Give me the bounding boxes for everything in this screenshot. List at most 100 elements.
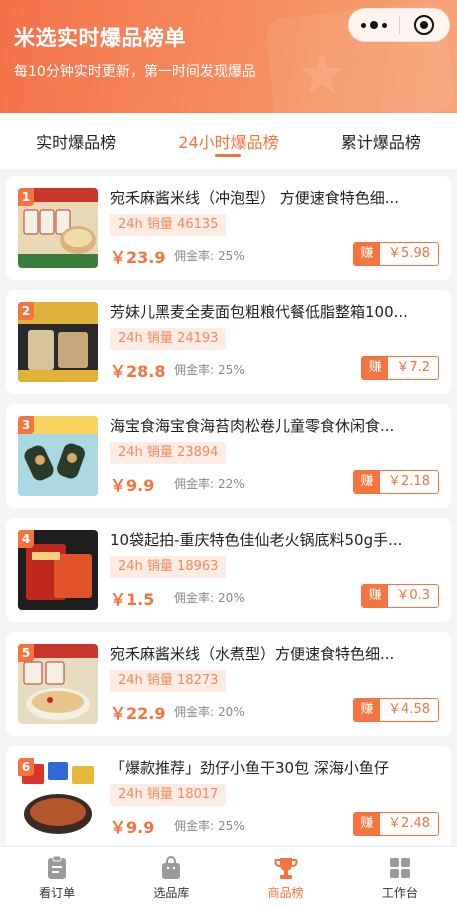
rank-badge: 1 (18, 188, 34, 206)
nav-item-workbench[interactable]: 工作台 (343, 847, 457, 908)
nav-item-ranking[interactable]: 商品榜 (229, 847, 343, 908)
earn-badge[interactable]: 赚 ￥5.98 (353, 242, 439, 266)
tab-cumulative[interactable]: 累计爆品榜 (305, 113, 457, 169)
earn-amount: ￥7.2 (388, 357, 438, 379)
sales-count: 24h 销量 18017 (110, 784, 227, 806)
sales-count: 24h 销量 24193 (110, 328, 227, 350)
product-price: ￥9.9 (110, 476, 155, 495)
tab-24h[interactable]: 24小时爆品榜 (152, 113, 304, 169)
commission-rate: 佣金率: 25% (174, 361, 245, 378)
product-name: 芳妹儿黑麦全麦面包粗粮代餐低脂整箱100... (110, 303, 408, 321)
product-price: ￥9.9 (110, 818, 155, 837)
rank-badge: 3 (18, 416, 34, 434)
tab-active-indicator (215, 154, 242, 157)
page-subtitle: 每10分钟实时更新，第一时间发现爆品 (14, 64, 256, 80)
commission-rate: 佣金率: 22% (174, 475, 245, 492)
more-dots-icon-center (369, 21, 378, 29)
product-name: 「爆款推荐」劲仔小鱼干30包 深海小鱼仔 (110, 759, 389, 777)
commission-rate-value: 20% (218, 591, 245, 605)
rank-badge: 2 (18, 302, 34, 320)
more-dots-icon-right (381, 22, 387, 28)
nav-label: 看订单 (39, 886, 76, 900)
commission-rate-value: 20% (218, 705, 245, 719)
nav-label: 选品库 (153, 886, 190, 900)
earn-amount: ￥4.58 (380, 699, 438, 721)
earn-amount: ￥5.98 (380, 243, 438, 265)
product-card[interactable]: 5 宛禾麻酱米线（水煮型）方便速食特色细... 24h 销量 18273 ￥22… (6, 632, 451, 736)
miniprogram-capsule (348, 8, 450, 42)
commission-rate-value: 25% (218, 819, 245, 833)
product-card[interactable]: 6 「爆款推荐」劲仔小鱼干30包 深海小鱼仔 24h 销量 18017 ￥9.9… (6, 746, 451, 845)
commission-rate: 佣金率: 25% (174, 247, 245, 264)
sales-count: 24h 销量 46135 (110, 214, 227, 236)
nav-item-selection[interactable]: 选品库 (114, 847, 228, 908)
tab-label: 累计爆品榜 (340, 133, 421, 152)
sales-count: 24h 销量 18273 (110, 670, 227, 692)
product-card[interactable]: 2 芳妹儿黑麦全麦面包粗粮代餐低脂整箱100... 24h 销量 24193 ￥… (6, 290, 451, 394)
earn-badge[interactable]: 赚 ￥2.48 (353, 812, 439, 836)
rank-badge: 5 (18, 644, 34, 662)
earn-label: 赚 (354, 471, 381, 493)
product-list: 1 宛禾麻酱米线（冲泡型） 方便速食特色细... 24h 销量 46135 ￥2… (0, 169, 457, 845)
product-name: 10袋起拍-重庆特色佳仙老火锅底料50g手... (110, 531, 403, 549)
page-title: 米选实时爆品榜单 (14, 26, 186, 50)
product-name: 宛禾麻酱米线（水煮型）方便速食特色细... (110, 645, 395, 663)
earn-amount: ￥2.48 (380, 813, 438, 835)
clipboard-icon (48, 855, 67, 879)
tab-realtime[interactable]: 实时爆品榜 (0, 113, 152, 169)
product-image: 3 (18, 416, 98, 496)
bottom-nav: 看订单 选品库 商品榜 工作台 (0, 846, 457, 908)
earn-amount: ￥2.18 (380, 471, 438, 493)
tab-label: 24小时爆品榜 (178, 133, 279, 152)
earn-badge[interactable]: 赚 ￥7.2 (361, 356, 439, 380)
product-price: ￥22.9 (110, 704, 166, 723)
more-dots-icon (360, 22, 366, 28)
product-name: 海宝食海宝食海苔肉松卷儿童零食休闲食... (110, 417, 395, 435)
star-icon: ★ (296, 40, 348, 108)
close-miniprogram-button[interactable] (399, 15, 449, 35)
rank-badge: 4 (18, 530, 34, 548)
nav-label: 商品榜 (267, 886, 304, 900)
sales-count: 24h 销量 18963 (110, 556, 227, 578)
product-image: 5 (18, 644, 98, 724)
nav-item-orders[interactable]: 看订单 (0, 847, 114, 908)
commission-rate-value: 22% (218, 477, 245, 491)
earn-label: 赚 (354, 243, 381, 265)
product-name: 宛禾麻酱米线（冲泡型） 方便速食特色细... (110, 189, 400, 207)
commission-rate: 佣金率: 20% (174, 589, 245, 606)
tab-label: 实时爆品榜 (36, 133, 117, 152)
rank-badge: 6 (18, 758, 34, 776)
product-price: ￥23.9 (110, 248, 166, 267)
product-image: 2 (18, 302, 98, 382)
product-image: 4 (18, 530, 98, 610)
earn-label: 赚 (362, 357, 389, 379)
earn-amount: ￥0.3 (388, 585, 438, 607)
commission-rate-label: 佣金率: (174, 705, 215, 719)
product-card[interactable]: 3 海宝食海宝食海苔肉松卷儿童零食休闲食... 24h 销量 23894 ￥9.… (6, 404, 451, 508)
earn-badge[interactable]: 赚 ￥2.18 (353, 470, 439, 494)
product-price: ￥28.8 (110, 362, 166, 381)
product-card[interactable]: 1 宛禾麻酱米线（冲泡型） 方便速食特色细... 24h 销量 46135 ￥2… (6, 176, 451, 280)
commission-rate: 佣金率: 25% (174, 817, 245, 834)
earn-badge[interactable]: 赚 ￥4.58 (353, 698, 439, 722)
earn-label: 赚 (354, 813, 381, 835)
commission-rate-value: 25% (218, 363, 245, 377)
more-menu-button[interactable] (349, 21, 399, 29)
commission-rate-label: 佣金率: (174, 477, 215, 491)
product-image: 1 (18, 188, 98, 268)
target-icon (414, 15, 435, 35)
ranking-tabs: 实时爆品榜 24小时爆品榜 累计爆品榜 (0, 113, 457, 169)
earn-badge[interactable]: 赚 ￥0.3 (361, 584, 439, 608)
product-image: 6 (18, 758, 98, 838)
product-card[interactable]: 4 10袋起拍-重庆特色佳仙老火锅底料50g手... 24h 销量 18963 … (6, 518, 451, 622)
shopping-bag-icon (162, 856, 181, 879)
product-price: ￥1.5 (110, 590, 155, 609)
grid-icon (389, 858, 410, 878)
earn-label: 赚 (362, 585, 389, 607)
commission-rate-label: 佣金率: (174, 249, 215, 263)
commission-rate-value: 25% (218, 249, 245, 263)
commission-rate-label: 佣金率: (174, 819, 215, 833)
sales-count: 24h 销量 23894 (110, 442, 227, 464)
commission-rate-label: 佣金率: (174, 591, 215, 605)
earn-label: 赚 (354, 699, 381, 721)
